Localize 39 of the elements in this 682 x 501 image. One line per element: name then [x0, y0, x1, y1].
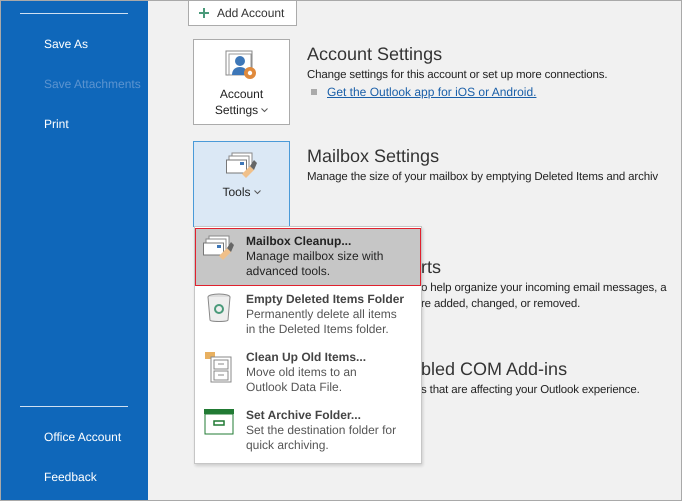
- menu-item-description: quick archiving.: [246, 438, 330, 453]
- menu-item-description: Set the destination folder for: [246, 423, 396, 438]
- menu-item-description: Move old items to an: [246, 365, 358, 380]
- section-heading: Mailbox Settings: [307, 145, 440, 168]
- menu-item[interactable]: Clean Up Old Items... Move old items to an Outlook Data File.: [195, 344, 421, 402]
- caret-icon: [261, 108, 268, 114]
- sidebar-item[interactable]: Office Account: [44, 428, 148, 446]
- sidebar-item[interactable]: Save As: [44, 35, 148, 53]
- menu-item-description: Manage mailbox size with: [246, 249, 384, 264]
- section-heading: Account Settings: [307, 43, 444, 66]
- ribbon-button[interactable]: Tools: [193, 141, 290, 227]
- bullet-icon: [311, 89, 317, 95]
- menu-item-title: Mailbox Cleanup...: [246, 233, 352, 249]
- ribbon-button[interactable]: Account Settings: [193, 39, 290, 125]
- menu-item-title: Set Archive Folder...: [246, 407, 362, 423]
- plus-icon: [199, 8, 209, 18]
- menu-item[interactable]: Empty Deleted Items Folder Permanently delete all items in the Deleted Items folder.: [195, 286, 421, 344]
- menu-item-description: Outlook Data File.: [246, 380, 344, 395]
- envelopes-brush-icon: [226, 152, 258, 180]
- sidebar-item[interactable]: Feedback: [44, 468, 148, 486]
- outlook-app-link[interactable]: Get the Outlook app for iOS or Android.: [327, 85, 536, 99]
- section-description: re added, changed, or removed.: [421, 297, 582, 312]
- section-description: Change settings for this account or set up more connections.: [307, 68, 608, 83]
- sidebar-item[interactable]: Print: [44, 115, 148, 133]
- menu-item-description: in the Deleted Items folder.: [246, 322, 390, 337]
- caret-icon: [254, 190, 260, 196]
- section-description: Manage the size of your mailbox by emptying Deleted Items and archiv: [307, 170, 658, 185]
- account-gear-icon: [224, 50, 258, 82]
- menu-item-title: Empty Deleted Items Folder: [246, 291, 404, 307]
- menu-item[interactable]: Set Archive Folder... Set the destination folder for quick archiving.: [195, 402, 421, 460]
- envelopes-brush-icon: [202, 235, 236, 261]
- add-account-button[interactable]: Add Account: [188, 1, 297, 26]
- section-heading: bled COM Add-ins: [421, 358, 568, 381]
- archive-box-icon: [202, 409, 236, 435]
- menu-item-description: advanced tools.: [246, 264, 332, 279]
- menu-item-title: Clean Up Old Items...: [246, 349, 366, 365]
- section-heading: rts: [421, 256, 442, 279]
- menu-item[interactable]: Mailbox Cleanup... Manage mailbox size with advanced tools.: [195, 228, 421, 286]
- menu-item-description: Permanently delete all items: [246, 307, 398, 322]
